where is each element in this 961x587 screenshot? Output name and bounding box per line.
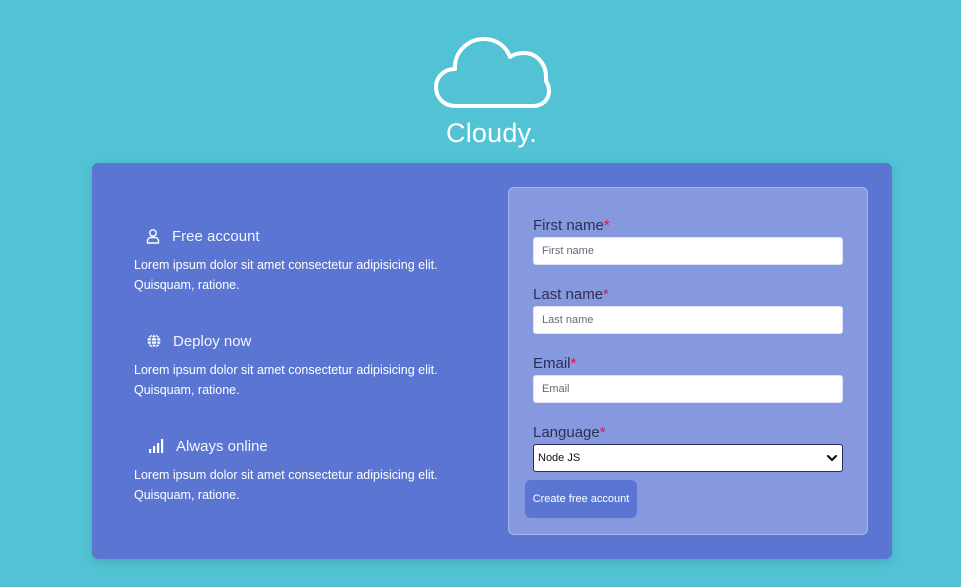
required-marker: * [599, 424, 606, 441]
cloud-icon [434, 37, 551, 108]
brand-name: Cloudy. [446, 118, 537, 148]
signup-card: Free account Lorem ipsum dolor sit amet … [92, 163, 892, 559]
last-name-input[interactable] [533, 306, 843, 334]
feature-title: Free account [172, 227, 260, 245]
feature-free-account: Free account Lorem ipsum dolor sit amet … [134, 225, 464, 295]
feature-description: Lorem ipsum dolor sit amet consectetur a… [134, 258, 438, 292]
feature-description: Lorem ipsum dolor sit amet consectetur a… [134, 468, 438, 502]
last-name-label: Last name* [533, 286, 609, 303]
page: Cloudy. Free account Lorem ipsum dolor s… [0, 0, 961, 587]
create-account-button[interactable]: Create free account [525, 480, 637, 518]
feature-description: Lorem ipsum dolor sit amet consectetur a… [134, 363, 438, 397]
required-marker: * [570, 355, 577, 372]
email-label-text: Email [533, 355, 571, 372]
feature-deploy-now: Deploy now Lorem ipsum dolor sit amet co… [134, 330, 464, 400]
signup-form: First name* Last name* Email* Language* … [508, 187, 868, 535]
language-select[interactable]: Node JS [533, 444, 843, 472]
language-label-text: Language [533, 424, 600, 441]
first-name-label: First name* [533, 217, 610, 234]
signal-icon [148, 437, 166, 455]
feature-title: Always online [176, 437, 268, 455]
last-name-label-text: Last name [533, 286, 604, 303]
email-input[interactable] [533, 375, 843, 403]
feature-always-online: Always online Lorem ipsum dolor sit amet… [134, 435, 464, 505]
language-selected-value: Node JS [538, 452, 581, 464]
first-name-label-text: First name [533, 217, 604, 234]
chevron-down-icon [827, 455, 837, 461]
user-icon [144, 227, 162, 245]
globe-icon [145, 332, 163, 350]
first-name-input[interactable] [533, 237, 843, 265]
email-label: Email* [533, 355, 576, 372]
language-label: Language* [533, 424, 606, 441]
required-marker: * [603, 286, 609, 303]
feature-title: Deploy now [173, 332, 252, 350]
required-marker: * [603, 217, 610, 234]
